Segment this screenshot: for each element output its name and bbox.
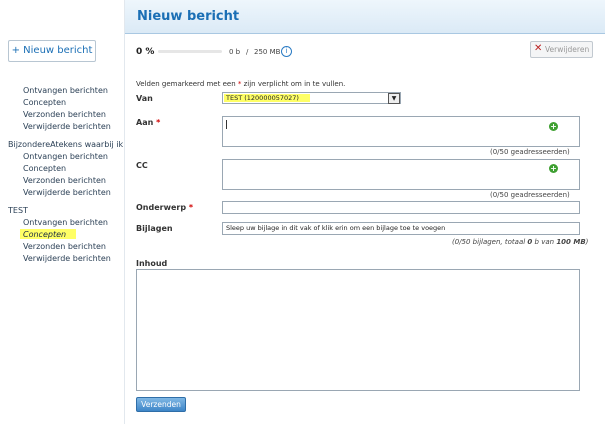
- van-select[interactable]: TEST (120000057027) ▼: [222, 92, 401, 104]
- required-note: Velden gemarkeerd met een * zijn verplic…: [136, 80, 345, 88]
- quota-separator: /: [246, 48, 249, 56]
- sidebar-item-drafts-active[interactable]: Concepten: [23, 230, 66, 239]
- page-title: Nieuw bericht: [137, 9, 240, 24]
- onderwerp-input[interactable]: [222, 201, 580, 214]
- info-icon[interactable]: i: [281, 46, 292, 57]
- required-note-post: zijn verplicht om in te vullen.: [243, 80, 346, 88]
- sidebar-item-deleted[interactable]: Verwijderde berichten: [23, 188, 111, 197]
- sidebar-item-sent[interactable]: Verzonden berichten: [23, 110, 106, 119]
- quota-used: 0 b: [229, 48, 241, 56]
- sidebar-item-deleted[interactable]: Verwijderde berichten: [23, 254, 111, 263]
- sidebar-item-drafts[interactable]: Concepten: [23, 164, 66, 173]
- inhoud-textarea[interactable]: [136, 269, 580, 391]
- sidebar-item-inbox[interactable]: Ontvangen berichten: [23, 218, 108, 227]
- delete-button[interactable]: ✕ Verwijderen: [530, 41, 593, 58]
- bijlagen-info: (0/50 bijlagen, totaal 0 b van 100 MB): [452, 238, 588, 246]
- delete-label: Verwijderen: [545, 45, 590, 54]
- sidebar-item-inbox[interactable]: Ontvangen berichten: [23, 86, 108, 95]
- sidebar-divider: [124, 0, 125, 424]
- sidebar-item-inbox[interactable]: Ontvangen berichten: [23, 152, 108, 161]
- van-value: TEST (120000057027): [226, 94, 299, 102]
- send-button[interactable]: Verzenden: [136, 397, 186, 412]
- inhoud-label: Inhoud: [136, 259, 168, 268]
- bijlagen-label: Bijlagen: [136, 224, 173, 233]
- bijlagen-info-pre: (0/50 bijlagen, totaal: [452, 238, 526, 246]
- bijlagen-info-used: 0: [527, 238, 533, 246]
- sidebar-group-bijzondere[interactable]: BijzondereAtekens waarbij ik de n...: [8, 140, 123, 149]
- required-star: *: [156, 118, 161, 127]
- sidebar-item-sent[interactable]: Verzonden berichten: [23, 242, 106, 251]
- bijlagen-info-end: ): [585, 238, 589, 246]
- bijlagen-hint: Sleep uw bijlage in dit vak of klik erin…: [226, 224, 446, 232]
- text-cursor: [226, 120, 227, 129]
- sidebar-item-deleted[interactable]: Verwijderde berichten: [23, 122, 111, 131]
- quota-total: 250 MB: [254, 48, 281, 56]
- sidebar-group-test[interactable]: TEST: [8, 206, 123, 215]
- quota-percent: 0 %: [136, 47, 155, 57]
- page-header: Nieuw bericht: [125, 0, 605, 34]
- onderwerp-label-text: Onderwerp: [136, 203, 187, 212]
- required-star: *: [188, 203, 194, 212]
- aan-label: Aan *: [136, 118, 160, 127]
- cc-label: CC: [136, 161, 148, 170]
- cc-count: (0/50 geadresseerden): [490, 191, 570, 199]
- quota-bar: [158, 50, 222, 53]
- bijlagen-info-total: 100 MB: [556, 238, 586, 246]
- add-cc-icon[interactable]: +: [549, 164, 558, 173]
- required-star: *: [237, 80, 242, 88]
- required-note-pre: Velden gemarkeerd met een: [136, 80, 236, 88]
- sidebar-item-drafts[interactable]: Concepten: [23, 98, 66, 107]
- aan-count: (0/50 geadresseerden): [490, 148, 570, 156]
- new-message-button[interactable]: + Nieuw bericht: [8, 40, 96, 62]
- cc-input[interactable]: +: [222, 159, 580, 190]
- bijlagen-info-mid: b van: [534, 238, 555, 246]
- onderwerp-label: Onderwerp *: [136, 203, 193, 212]
- aan-label-text: Aan: [136, 118, 154, 127]
- sidebar-item-sent[interactable]: Verzonden berichten: [23, 176, 106, 185]
- delete-x-icon: ✕: [534, 43, 543, 54]
- aan-input[interactable]: +: [222, 116, 580, 147]
- van-label: Van: [136, 94, 153, 103]
- sidebar: + Nieuw bericht Ontvangen berichten Conc…: [0, 0, 124, 424]
- chevron-down-icon[interactable]: ▼: [388, 93, 400, 104]
- add-recipient-icon[interactable]: +: [549, 122, 558, 131]
- bijlagen-dropzone[interactable]: Sleep uw bijlage in dit vak of klik erin…: [222, 222, 580, 235]
